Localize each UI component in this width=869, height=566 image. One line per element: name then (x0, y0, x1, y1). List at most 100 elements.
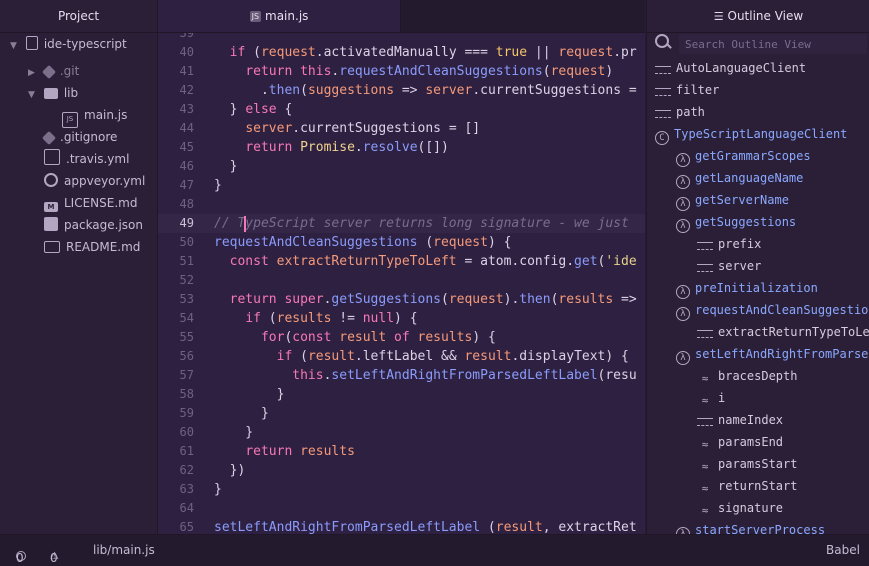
code-line[interactable]: 64 (158, 499, 645, 518)
line-number[interactable]: 45 (158, 138, 194, 157)
outline-item[interactable]: λ requestAndCleanSuggestion (676, 299, 869, 321)
code-line[interactable]: 48 (158, 195, 645, 214)
code-text[interactable]: const extractReturnTypeToLeft = atom.con… (214, 252, 637, 271)
code-text[interactable]: if (request.activatedManually === true |… (214, 43, 637, 62)
outline-item[interactable]: λ getSuggestions (676, 211, 796, 233)
code-line[interactable]: 59 } (158, 404, 645, 423)
code-line[interactable]: 40 if (request.activatedManually === tru… (158, 43, 645, 62)
line-number[interactable]: 65 (158, 518, 194, 534)
outline-search-input[interactable] (679, 34, 867, 54)
outline-item[interactable]: λ getLanguageName (676, 167, 803, 189)
code-text[interactable]: return super.getSuggestions(request).the… (214, 290, 637, 309)
code-text[interactable]: if (result.leftLabel && result.displayTe… (214, 347, 629, 366)
line-number[interactable]: 50 (158, 233, 194, 252)
line-number[interactable]: 51 (158, 252, 194, 271)
tree-item-root[interactable]: ▼ ide-typescript (10, 33, 127, 55)
code-text[interactable]: for(const result of results) { (214, 328, 496, 347)
code-text[interactable]: .then(suggestions => server.currentSugge… (214, 81, 637, 100)
outline-item[interactable]: server (697, 255, 761, 277)
outline-item[interactable]: λ preInitialization (676, 277, 818, 299)
code-line[interactable]: 63} (158, 480, 645, 499)
code-line[interactable]: 44 server.currentSuggestions = [] (158, 119, 645, 138)
code-line[interactable]: 46 } (158, 157, 645, 176)
line-number[interactable]: 41 (158, 62, 194, 81)
line-number[interactable]: 54 (158, 309, 194, 328)
line-number[interactable]: 55 (158, 328, 194, 347)
outline-item[interactable]: AutoLanguageClient (655, 57, 806, 79)
outline-item[interactable]: C TypeScriptLanguageClient (655, 123, 847, 145)
outline-item[interactable]: λ getServerName (676, 189, 789, 211)
code-text[interactable]: }) (214, 461, 246, 480)
code-line[interactable]: 49 // TypeScript server returns long sign… (158, 214, 645, 233)
outline-item[interactable]: extractReturnTypeToLef (697, 321, 869, 343)
code-line[interactable]: 58 } (158, 385, 645, 404)
code-text[interactable]: setLeftAndRightFromParsedLeftLabel (resu… (214, 518, 637, 534)
outline-item[interactable]: λ getGrammarScopes (676, 145, 811, 167)
line-number[interactable]: 62 (158, 461, 194, 480)
outline-item[interactable]: prefix (697, 233, 761, 255)
line-number[interactable]: 58 (158, 385, 194, 404)
line-number[interactable]: 47 (158, 176, 194, 195)
code-text[interactable]: } (214, 404, 269, 423)
code-text[interactable]: server.currentSuggestions = [] (214, 119, 480, 138)
line-number[interactable]: 57 (158, 366, 194, 385)
code-text[interactable]: if (results != null) { (214, 309, 417, 328)
tree-item-git[interactable]: ▶ .git (28, 60, 79, 82)
line-number[interactable]: 56 (158, 347, 194, 366)
tree-item-license[interactable]: M LICENSE.md (44, 192, 137, 214)
tree-item-main-js[interactable]: JS main.js (62, 104, 127, 128)
code-text[interactable]: } (214, 157, 238, 176)
code-line[interactable]: 41 return this.requestAndCleanSuggestion… (158, 62, 645, 81)
line-number[interactable]: 53 (158, 290, 194, 309)
code-text[interactable]: } (214, 480, 222, 499)
tree-item-package-json[interactable]: package.json (44, 214, 143, 236)
code-line[interactable]: 45 return Promise.resolve([]) (158, 138, 645, 157)
line-number[interactable]: 64 (158, 499, 194, 518)
outline-item[interactable]: ≈ signature (697, 497, 783, 519)
line-number[interactable]: 44 (158, 119, 194, 138)
outline-item[interactable]: ≈ bracesDepth (697, 365, 798, 387)
code-line[interactable]: 52 (158, 271, 645, 290)
outline-item[interactable]: filter (655, 79, 719, 101)
line-number[interactable]: 60 (158, 423, 194, 442)
outline-item[interactable]: path (655, 101, 705, 123)
tree-item-lib[interactable]: ▼ lib (28, 82, 78, 104)
code-line[interactable]: 55 for(const result of results) { (158, 328, 645, 347)
code-text[interactable]: // TypeScript server returns long signat… (214, 214, 629, 233)
code-text[interactable]: return this.requestAndCleanSuggestions(r… (214, 62, 613, 81)
outline-item[interactable]: λ setLeftAndRightFromParsed (676, 343, 869, 365)
tree-item-appveyor[interactable]: appveyor.yml (44, 170, 145, 192)
code-text[interactable]: return results (214, 442, 355, 461)
code-text[interactable]: } (214, 385, 285, 404)
code-text[interactable]: return Promise.resolve([]) (214, 138, 449, 157)
outline-item[interactable]: λ startServerProcess (676, 519, 825, 534)
outline-item[interactable]: ≈ paramsStart (697, 453, 798, 475)
code-line[interactable]: 65 setLeftAndRightFromParsedLeftLabel (re… (158, 518, 645, 534)
tab-main-js[interactable]: JS main.js (158, 0, 401, 32)
line-number[interactable]: 61 (158, 442, 194, 461)
code-line[interactable]: 50 requestAndCleanSuggestions (request) { (158, 233, 645, 252)
tree-item-gitignore[interactable]: .gitignore (41, 126, 117, 148)
line-number[interactable]: 48 (158, 195, 194, 214)
code-text[interactable]: requestAndCleanSuggestions (request) { (214, 233, 511, 252)
code-line[interactable]: 53 return super.getSuggestions(request).… (158, 290, 645, 309)
line-number[interactable]: 63 (158, 480, 194, 499)
outline-item[interactable]: nameIndex (697, 409, 783, 431)
code-line[interactable]: 42 .then(suggestions => server.currentSu… (158, 81, 645, 100)
code-line[interactable]: 51 const extractReturnTypeToLeft = atom.… (158, 252, 645, 271)
editor-pane[interactable]: 39 40 if (request.activatedManually === t… (158, 0, 645, 534)
line-number[interactable]: 52 (158, 271, 194, 290)
code-text[interactable]: } (214, 423, 253, 442)
code-line[interactable]: 54 if (results != null) { (158, 309, 645, 328)
tree-item-readme[interactable]: README.md (44, 236, 140, 258)
code-line[interactable]: 43 } else { (158, 100, 645, 119)
line-number[interactable]: 59 (158, 404, 194, 423)
outline-item[interactable]: ≈ i (697, 387, 726, 409)
code-text[interactable]: } (214, 176, 222, 195)
status-file-path[interactable]: lib/main.js (93, 543, 155, 557)
code-line[interactable]: 62 }) (158, 461, 645, 480)
tree-item-travis[interactable]: .travis.yml (44, 148, 129, 170)
code-text[interactable]: } else { (214, 100, 293, 119)
code-line[interactable]: 47} (158, 176, 645, 195)
line-number[interactable]: 46 (158, 157, 194, 176)
